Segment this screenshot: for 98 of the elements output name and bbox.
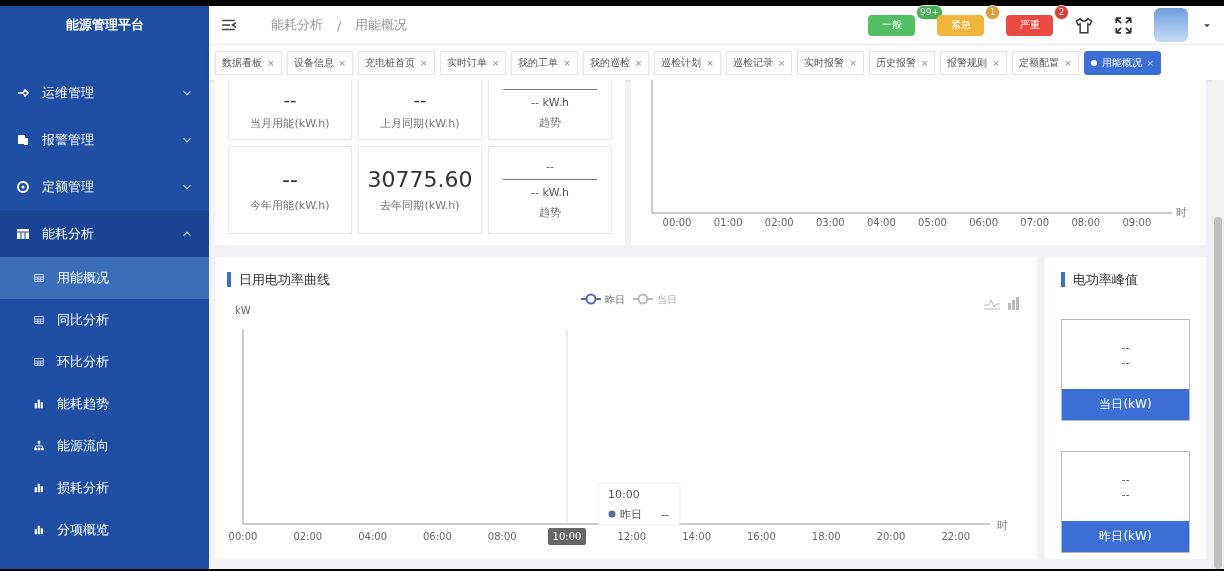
tab[interactable]: 报警规则 ×: [940, 50, 1007, 75]
submenu-item[interactable]: 能源流向: [0, 425, 209, 467]
shirt-icon: [1075, 16, 1093, 34]
axis-label: 22:00: [941, 531, 971, 542]
line-chart-icon[interactable]: [983, 299, 1001, 310]
axis-unit: kW: [235, 305, 251, 316]
peak-value: --: [1121, 340, 1130, 354]
axis-label: 04:00: [867, 217, 896, 228]
scrollbar[interactable]: [1212, 80, 1224, 569]
table-icon: [33, 356, 45, 368]
tab[interactable]: 历史报警 ×: [868, 50, 936, 75]
axis-label: 00:00: [662, 217, 692, 228]
stat-value: 30775.60: [367, 167, 473, 192]
hierarchy-icon: [33, 440, 45, 452]
stat-value: --: [282, 167, 298, 192]
stat-value: --: [413, 88, 427, 110]
app-title: 能源管理平台: [64, 16, 145, 34]
axis-unit: 时: [997, 519, 1008, 532]
axis-label: 07:00: [1020, 217, 1050, 228]
submenu-item[interactable]: 同比分析: [0, 299, 209, 341]
tab[interactable]: 用能概况 ×: [1083, 50, 1162, 75]
menu-item[interactable]: 定额管理: [0, 163, 209, 210]
table-icon: [33, 272, 45, 284]
bar-chart-icon[interactable]: [1008, 297, 1019, 310]
avatar[interactable]: [1154, 8, 1188, 42]
stat-label: 当月用能(kW.h): [250, 115, 330, 131]
peak-label: 当日(kW): [1062, 389, 1189, 420]
axis-pointer-label: 10:00: [548, 528, 586, 545]
tooltip-time: 10:00: [608, 488, 640, 501]
menu-item[interactable]: 运维管理: [0, 69, 209, 116]
axis-label: 14:00: [682, 531, 711, 542]
axis-label: 18:00: [811, 531, 841, 542]
axis-label: 16:00: [747, 531, 776, 542]
stat-label: 去年同期(kW.h): [380, 198, 460, 213]
stat-label: 趋势: [539, 205, 561, 220]
tab[interactable]: 巡检计划 ×: [654, 50, 721, 75]
stat-value: --: [546, 160, 554, 173]
submenu-item[interactable]: 环比分析: [0, 341, 209, 383]
menu-item[interactable]: 能耗分析: [0, 210, 209, 257]
axis-label: 20:00: [876, 531, 906, 542]
peak-label: 昨日(kW): [1062, 521, 1189, 552]
card-title: 电功率峰值: [1061, 272, 1138, 287]
axis-unit: 时: [1176, 206, 1187, 219]
axis-label: 02:00: [293, 531, 323, 542]
stat-value: --: [283, 88, 297, 110]
grid-icon: [16, 226, 30, 241]
stat-label: 趋势: [539, 115, 561, 130]
series-dot: [608, 510, 616, 518]
axis-label: 04:00: [358, 531, 387, 542]
tab[interactable]: 实时订单 ×: [439, 50, 507, 75]
tab[interactable]: 充电桩首页 ×: [358, 50, 435, 75]
axis-label: 08:00: [1071, 217, 1101, 228]
stat-value: -- kW.h: [531, 186, 569, 199]
axis-label: 02:00: [764, 217, 794, 228]
axis-label: 06:00: [423, 531, 452, 542]
axis-label: 01:00: [713, 217, 743, 228]
tab[interactable]: 设备信息 ×: [286, 50, 354, 75]
bar-chart-icon: [33, 524, 45, 536]
axis-label: 00:00: [228, 531, 258, 542]
peak-time: --: [1121, 487, 1130, 501]
axis-label: 03:00: [815, 217, 845, 228]
axis-label: 12:00: [617, 531, 647, 542]
bar-chart-icon: [33, 482, 45, 494]
peak-time: --: [1121, 355, 1130, 369]
menu-icon: [221, 17, 237, 33]
tab[interactable]: 定额配置 ×: [1012, 50, 1079, 75]
card-title: 日用电功率曲线: [227, 272, 330, 287]
submenu-item[interactable]: 分项概览: [0, 509, 209, 551]
count-badge: 99+: [916, 4, 943, 20]
document-icon: [16, 132, 30, 147]
breadcrumb-separator: /: [337, 17, 342, 33]
axis-label: 05:00: [918, 217, 947, 228]
tab[interactable]: 数据看板 ×: [215, 50, 282, 75]
legend-item[interactable]: 昨日: [580, 293, 625, 305]
count-badge: 1: [985, 4, 1000, 20]
stat-label: 上月同期(kW.h): [380, 115, 460, 131]
gear-icon: [16, 179, 30, 194]
peak-value: --: [1121, 472, 1130, 486]
axis-label: 06:00: [969, 217, 998, 228]
submenu-item[interactable]: 能耗趋势: [0, 383, 209, 425]
fullscreen-icon: [1115, 16, 1132, 34]
count-badge: 2: [1054, 4, 1069, 20]
tooltip-value: --: [661, 508, 669, 521]
alert-button[interactable]: 严重: [1006, 14, 1053, 36]
tab[interactable]: 巡检记录 ×: [725, 50, 793, 75]
axis-label: 08:00: [487, 531, 517, 542]
submenu-item[interactable]: 用能概况: [0, 257, 209, 299]
stat-label: 今年用能(kW.h): [250, 198, 330, 213]
stat-value: -- kW.h: [531, 96, 569, 109]
table-icon: [33, 314, 45, 326]
tab[interactable]: 我的工单 ×: [511, 50, 578, 75]
bar-chart-icon: [33, 398, 45, 410]
submenu-item[interactable]: 损耗分析: [0, 467, 209, 509]
axis-label: 09:00: [1122, 217, 1152, 228]
tab[interactable]: 我的巡检 ×: [582, 50, 650, 75]
menu-item[interactable]: 报警管理: [0, 116, 209, 163]
tab[interactable]: 实时报警 ×: [797, 50, 864, 75]
tooltip-series: 昨日: [620, 508, 642, 521]
